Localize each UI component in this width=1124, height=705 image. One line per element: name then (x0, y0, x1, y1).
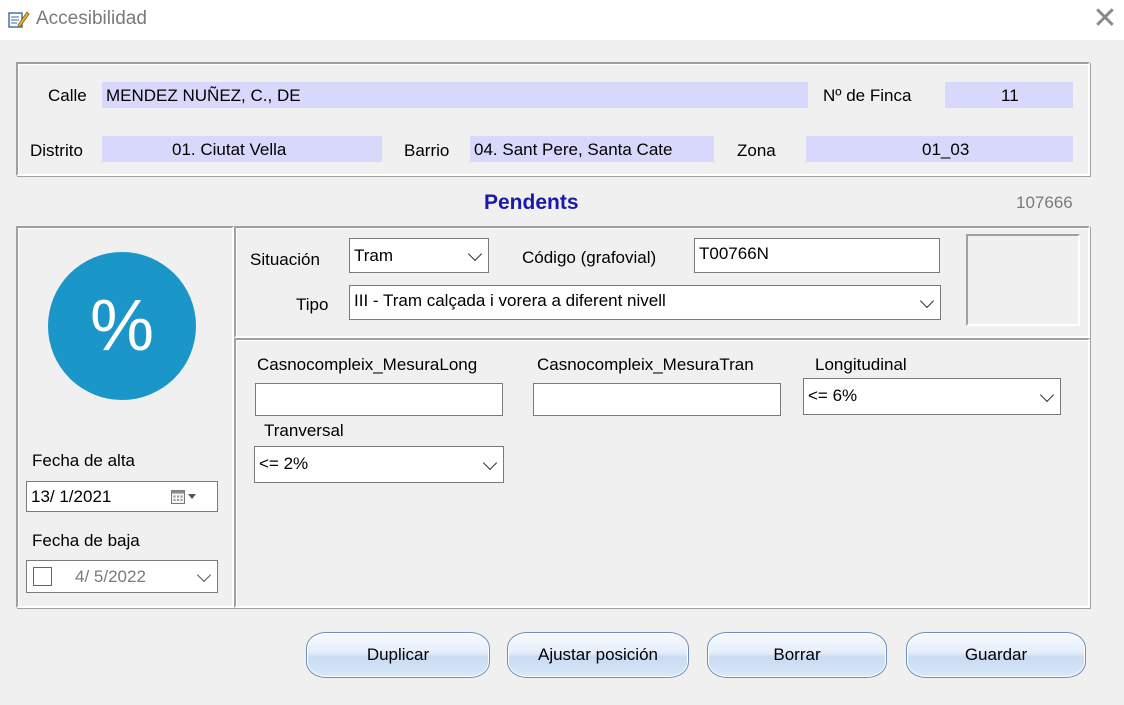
zona-label: Zona (737, 141, 776, 160)
calendar-dropdown-icon[interactable] (171, 490, 205, 504)
guardar-button[interactable]: Guardar (906, 632, 1086, 678)
duplicar-button[interactable]: Duplicar (306, 632, 490, 678)
fecha-baja-label: Fecha de baja (32, 531, 140, 550)
mesura-long-input[interactable] (255, 383, 503, 416)
close-icon[interactable]: ✕ (1090, 4, 1120, 34)
longitudinal-value: <= 6% (808, 386, 858, 405)
fecha-baja-picker[interactable]: 4/ 5/2022 (26, 560, 218, 593)
section-title: Pendents (484, 191, 579, 214)
distrito-field: 01. Ciutat Vella (102, 136, 382, 162)
mesura-tran-input[interactable] (533, 383, 781, 416)
longitudinal-select[interactable]: <= 6% (803, 378, 1061, 415)
codigo-label: Código (grafovial) (522, 248, 657, 267)
tranversal-select[interactable]: <= 2% (254, 446, 504, 483)
record-id: 107666 (1016, 193, 1073, 212)
fecha-baja-value: 4/ 5/2022 (75, 567, 146, 586)
calle-field: MENDEZ NUÑEZ, C., DE (102, 82, 808, 108)
fecha-alta-label: Fecha de alta (32, 451, 136, 470)
codigo-input[interactable]: T00766N (694, 238, 940, 273)
fecha-alta-value: 13/ 1/2021 (31, 487, 112, 506)
situacion-label: Situación (250, 250, 320, 269)
percent-icon: % (48, 252, 196, 400)
ajustar-posicion-button[interactable]: Ajustar posición (507, 632, 689, 678)
distrito-label: Distrito (30, 141, 83, 160)
tranversal-value: <= 2% (259, 454, 309, 473)
window-title: Accesibilidad (36, 8, 147, 29)
tipo-select[interactable]: III - Tram calçada i vorera a diferent n… (349, 285, 941, 320)
chevron-down-icon[interactable] (919, 293, 935, 308)
edit-form-icon (8, 11, 30, 28)
situacion-value: Tram (354, 246, 394, 265)
tranversal-label: Tranversal (264, 421, 344, 440)
tipo-value: III - Tram calçada i vorera a diferent n… (354, 291, 666, 310)
barrio-label: Barrio (404, 141, 450, 160)
calle-label: Calle (48, 86, 87, 105)
fecha-baja-checkbox[interactable] (33, 567, 52, 586)
chevron-down-icon[interactable] (482, 455, 498, 470)
borrar-button[interactable]: Borrar (707, 632, 887, 678)
chevron-down-icon[interactable] (1039, 387, 1055, 402)
chevron-down-icon[interactable] (467, 246, 483, 261)
zona-field: 01_03 (806, 136, 1073, 162)
barrio-field: 04. Sant Pere, Santa Cate (470, 136, 714, 162)
tipo-label: Tipo (296, 295, 329, 314)
chevron-down-icon[interactable] (196, 567, 212, 582)
title-bar: Accesibilidad ✕ (0, 0, 1124, 40)
longitudinal-label: Longitudinal (815, 355, 907, 374)
mesura-long-label: Casnocompleix_MesuraLong (257, 355, 478, 374)
situacion-select[interactable]: Tram (349, 238, 489, 273)
finca-label: Nº de Finca (823, 86, 912, 105)
finca-field: 11 (945, 82, 1073, 108)
fecha-alta-picker[interactable]: 13/ 1/2021 (26, 481, 218, 512)
mesura-tran-label: Casnocompleix_MesuraTran (537, 355, 754, 374)
image-placeholder (966, 234, 1080, 326)
